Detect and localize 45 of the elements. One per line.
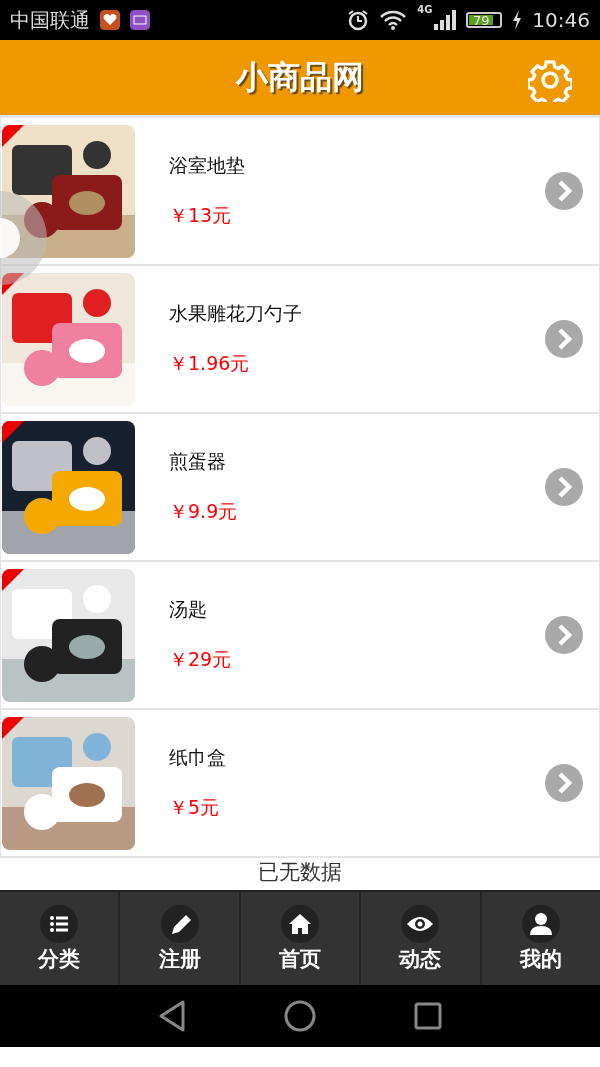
product-item[interactable]: 汤匙 ￥29元: [1, 562, 599, 708]
tab-button[interactable]: 我的: [481, 892, 600, 985]
battery-level: 79: [469, 15, 494, 25]
product-item[interactable]: 煎蛋器 ￥9.9元: [1, 414, 599, 560]
carrier-name: 中国联通: [10, 6, 90, 34]
user-icon: [521, 904, 560, 943]
chevron-right-icon: [545, 616, 583, 654]
product-name: 汤匙: [169, 597, 208, 622]
chevron-right-icon: [545, 172, 583, 210]
product-price: ￥1.96元: [169, 351, 251, 376]
chevron-right-icon: [545, 468, 583, 506]
heart-app-icon: [100, 10, 120, 30]
product-item[interactable]: 纸巾盒 ￥5元: [1, 710, 599, 856]
list-icon: [40, 904, 79, 943]
product-price: ￥13元: [169, 203, 233, 228]
product-price: ￥9.9元: [169, 499, 239, 524]
back-icon[interactable]: [158, 1000, 186, 1032]
product-name: 水果雕花刀勺子: [169, 301, 303, 326]
product-price: ￥5元: [169, 795, 221, 820]
product-item[interactable]: 浴室地垫 ￥13元: [1, 118, 599, 264]
tab-button[interactable]: 分类: [0, 892, 119, 985]
eye-icon: [401, 904, 440, 943]
chevron-right-icon: [545, 320, 583, 358]
clock: 10:46: [532, 8, 590, 32]
product-name: 浴室地垫: [169, 153, 246, 178]
product-name: 纸巾盒: [169, 745, 227, 770]
wifi-icon: [379, 9, 408, 31]
chevron-right-icon: [545, 764, 583, 802]
recents-icon[interactable]: [414, 1002, 442, 1030]
home-circle-icon[interactable]: [284, 1000, 316, 1032]
product-item[interactable]: 水果雕花刀勺子 ￥1.96元: [1, 266, 599, 412]
product-name: 煎蛋器: [169, 449, 227, 474]
end-of-list-message: 已无数据: [258, 859, 342, 886]
keyboard-app-icon: [130, 10, 150, 30]
signal-icon: [434, 10, 457, 30]
network-type: 4G: [417, 4, 433, 15]
tab-button[interactable]: 动态: [361, 892, 480, 985]
pencil-icon: [160, 904, 199, 943]
charging-icon: [512, 10, 523, 30]
tab-button[interactable]: 首页: [240, 892, 360, 985]
alarm-icon: [347, 9, 370, 31]
tab-button[interactable]: 注册: [120, 892, 239, 985]
app-title: 小商品网: [236, 56, 364, 98]
home-icon: [281, 904, 319, 943]
product-price: ￥29元: [169, 647, 233, 672]
